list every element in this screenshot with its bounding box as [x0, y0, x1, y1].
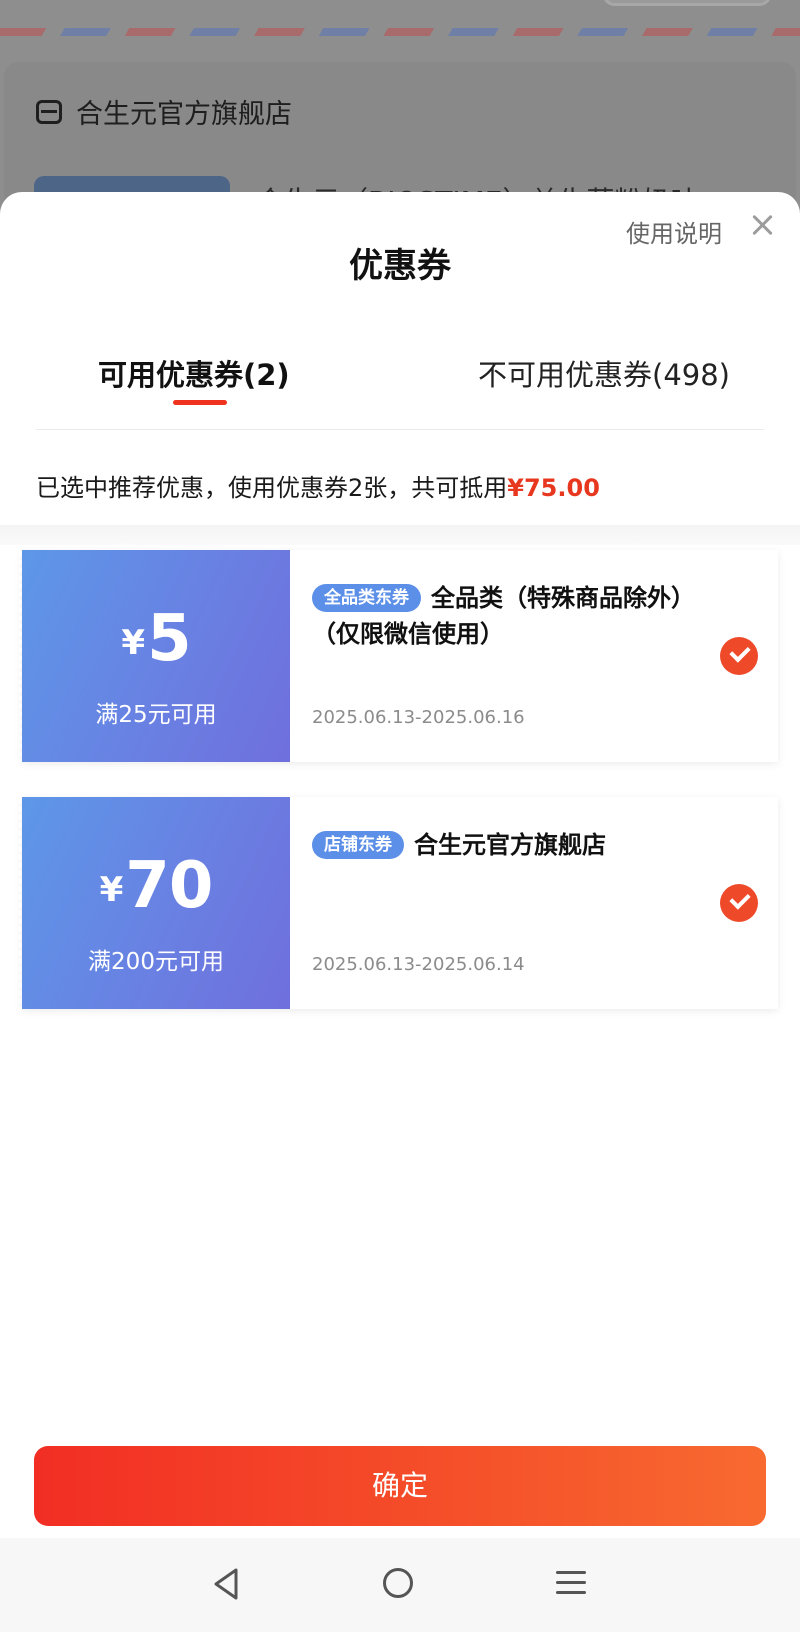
currency-symbol: ¥ [99, 870, 124, 910]
coupon-threshold: 满200元可用 [88, 949, 224, 975]
store-name: 合生元官方旗舰店 [76, 99, 292, 130]
close-icon[interactable] [746, 210, 778, 242]
address-border-stripe [0, 28, 800, 36]
system-navigation-bar [0, 1538, 800, 1632]
menu-icon[interactable] [556, 1571, 586, 1595]
back-icon[interactable] [210, 1566, 242, 1602]
store-header: 合生元官方旗舰店 [36, 92, 292, 131]
coupon-type-tag: 店铺东券 [312, 831, 404, 859]
selected-check-icon[interactable] [720, 884, 758, 922]
usage-instructions-link[interactable]: 使用说明 [626, 214, 722, 249]
coupon-tabs: 可用优惠券(2) 不可用优惠券(498) [0, 352, 800, 412]
coupon-card[interactable]: ¥70 满200元可用 店铺东券 合生元官方旗舰店 2025.06.13-2025… [19, 797, 778, 1009]
section-divider [0, 525, 800, 545]
background-page: 合生元官方旗舰店 合生元（BIOSTIME）益生菌粉奶味 [0, 0, 800, 200]
tab-available-coupons[interactable]: 可用优惠券(2) [98, 352, 290, 394]
coupon-details: 全品类东券 全品类（特殊商品除外）（仅限微信使用） 2025.06.13-2025… [290, 550, 778, 762]
coupon-details: 店铺东券 合生元官方旗舰店 2025.06.13-2025.06.14 [290, 797, 778, 1009]
coupon-amount: ¥5 [22, 602, 290, 676]
top-pill [602, 0, 772, 6]
coupon-sheet: 优惠券 使用说明 可用优惠券(2) 不可用优惠券(498) 已选中推荐优惠，使用… [0, 192, 800, 1632]
coupon-validity: 2025.06.13-2025.06.16 [312, 707, 525, 728]
tab-divider [36, 429, 764, 430]
summary-text: 已选中推荐优惠，使用优惠券2张，共可抵用 [36, 474, 508, 502]
summary-amount: ¥75.00 [507, 474, 600, 502]
store-icon [36, 99, 62, 124]
coupon-description-text: 合生元官方旗舰店 [414, 831, 606, 859]
coupon-validity: 2025.06.13-2025.06.14 [312, 954, 525, 975]
discount-summary: 已选中推荐优惠，使用优惠券2张，共可抵用¥75.00 [36, 468, 600, 503]
confirm-button[interactable]: 确定 [34, 1446, 766, 1526]
coupon-amount: ¥70 [22, 849, 290, 923]
coupon-amount-value: 70 [125, 849, 213, 923]
active-tab-indicator [173, 400, 227, 405]
currency-symbol: ¥ [121, 623, 146, 663]
coupon-value-panel: ¥5 满25元可用 [19, 550, 290, 762]
coupon-card[interactable]: ¥5 满25元可用 全品类东券 全品类（特殊商品除外）（仅限微信使用） 2025.… [19, 550, 778, 762]
coupon-threshold: 满25元可用 [95, 702, 217, 728]
tab-unavailable-coupons[interactable]: 不可用优惠券(498) [478, 352, 730, 394]
selected-check-icon[interactable] [720, 637, 758, 675]
coupon-description: 全品类东券 全品类（特殊商品除外）（仅限微信使用） [312, 580, 712, 652]
home-icon[interactable] [383, 1568, 413, 1598]
coupon-description: 店铺东券 合生元官方旗舰店 [312, 827, 712, 863]
coupon-type-tag: 全品类东券 [312, 584, 421, 612]
coupon-amount-value: 5 [147, 602, 192, 676]
coupon-value-panel: ¥70 满200元可用 [19, 797, 290, 1009]
